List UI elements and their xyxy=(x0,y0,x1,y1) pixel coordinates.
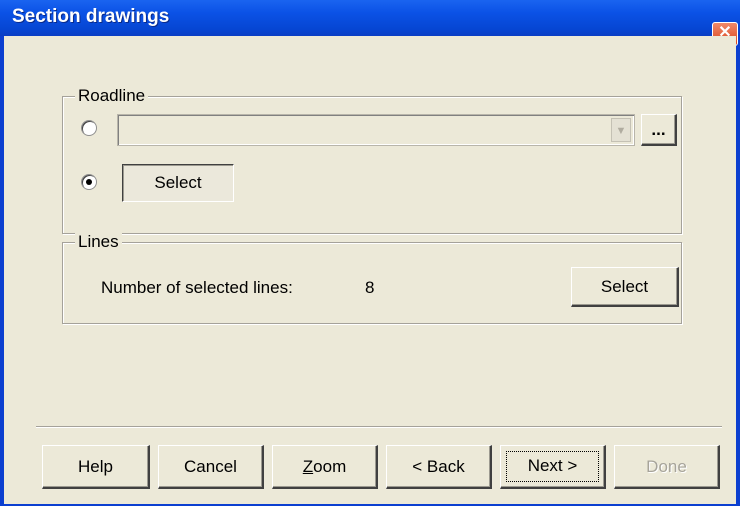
browse-button[interactable]: ... xyxy=(641,114,677,146)
dialog-body: Roadline ▼ ... Select Lines Number of se… xyxy=(4,36,736,504)
lines-select-button[interactable]: Select xyxy=(571,267,679,307)
selected-lines-count: 8 xyxy=(365,278,375,297)
roadline-combo-radio[interactable] xyxy=(81,120,97,136)
selected-lines-label: Number of selected lines: xyxy=(101,278,293,297)
lines-legend: Lines xyxy=(75,232,122,252)
lines-group: Lines Number of selected lines: 8 Select xyxy=(62,232,682,324)
next-button[interactable]: Next > xyxy=(500,445,606,489)
zoom-button[interactable]: Zoom xyxy=(272,445,378,489)
roadline-group: Roadline ▼ ... Select xyxy=(62,86,682,234)
dialog-title: Section drawings xyxy=(12,6,170,27)
title-bar[interactable]: Section drawings xyxy=(0,0,740,36)
back-button[interactable]: < Back xyxy=(386,445,492,489)
focus-ring xyxy=(506,451,599,482)
chevron-down-glyph: ▼ xyxy=(615,125,627,137)
done-button: Done xyxy=(614,445,720,489)
roadline-combo[interactable]: ▼ xyxy=(117,114,635,146)
chevron-down-icon[interactable]: ▼ xyxy=(611,118,631,142)
cancel-button[interactable]: Cancel xyxy=(158,445,264,489)
roadline-select-button[interactable]: Select xyxy=(122,164,234,202)
roadline-legend: Roadline xyxy=(75,86,149,106)
footer-separator xyxy=(36,426,722,428)
help-button[interactable]: Help xyxy=(42,445,150,489)
roadline-select-radio[interactable] xyxy=(81,174,97,190)
dialog-window: Section drawings ✕ Roadline ▼ ... Select… xyxy=(0,0,740,506)
